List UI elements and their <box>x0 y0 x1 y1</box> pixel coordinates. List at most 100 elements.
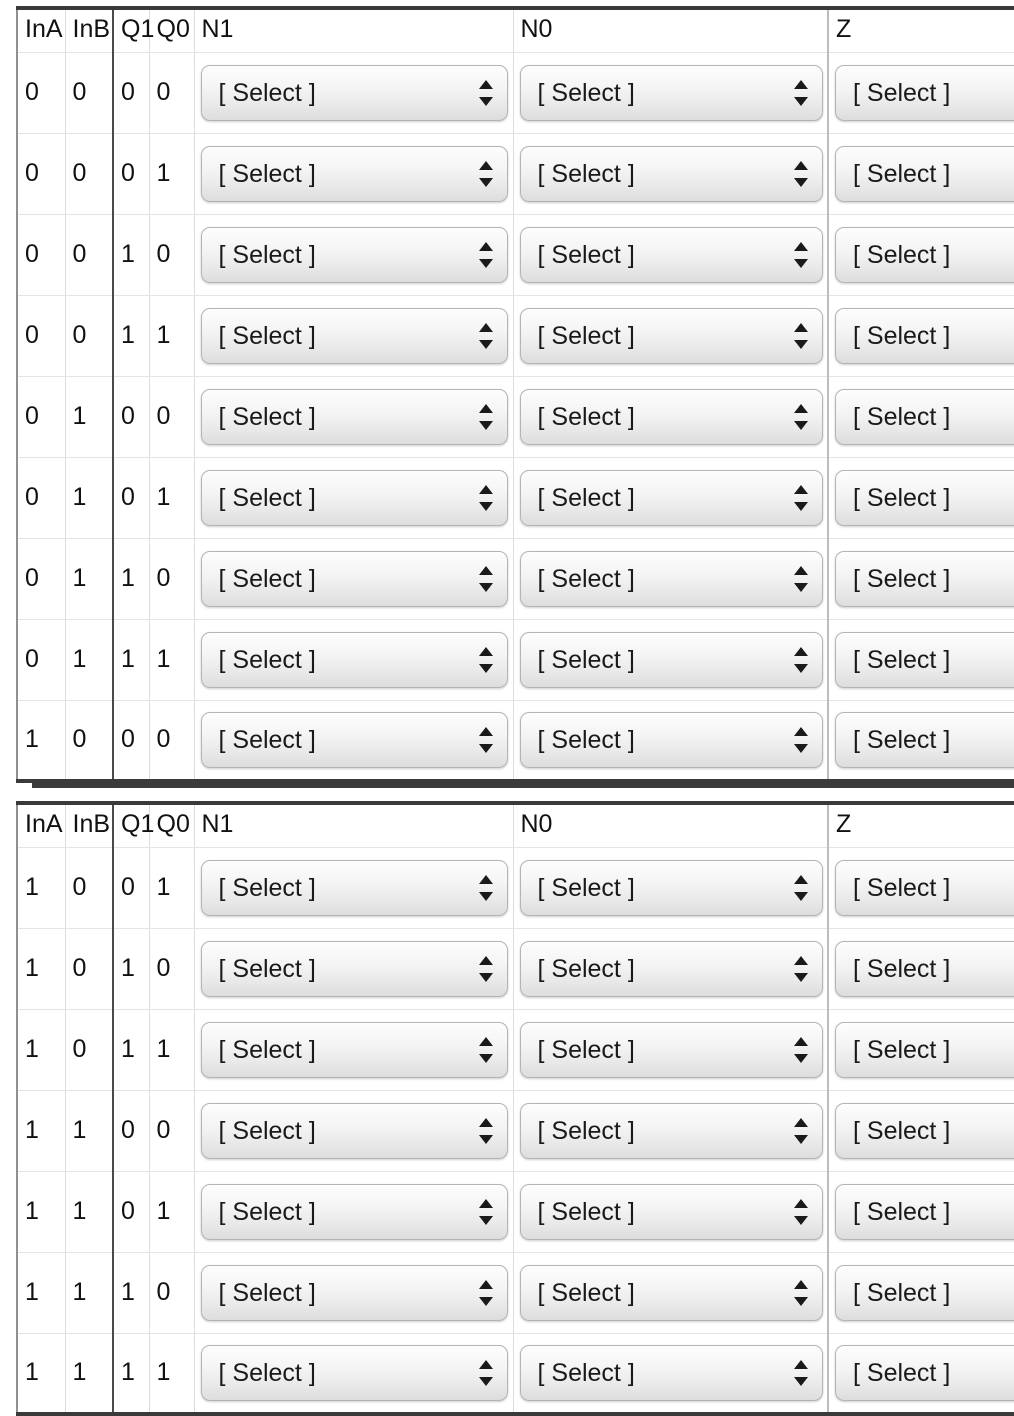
select-z[interactable]: [ Select ] <box>835 940 1014 997</box>
cell-inb-value: 0 <box>65 1009 114 1091</box>
cell-q0-value: 0 <box>149 376 195 458</box>
select-label: [ Select ] <box>218 78 316 107</box>
cell-n1: [ Select ] <box>194 700 514 782</box>
updown-arrows-icon <box>478 321 493 351</box>
select-n0[interactable]: [ Select ] <box>519 711 823 768</box>
select-label: [ Select ] <box>853 402 951 431</box>
cell-z: [ Select ] <box>827 928 1014 1010</box>
cell-q0-value: 1 <box>149 1009 195 1091</box>
select-n0[interactable]: [ Select ] <box>519 226 823 283</box>
cell-inb-value: 0 <box>65 700 114 782</box>
select-n0[interactable]: [ Select ] <box>519 631 823 688</box>
cell-inb-value: 1 <box>65 1171 114 1253</box>
select-z[interactable]: [ Select ] <box>835 64 1014 121</box>
select-z[interactable]: [ Select ] <box>835 859 1014 916</box>
updown-arrows-icon <box>478 159 493 189</box>
select-n1[interactable]: [ Select ] <box>200 711 508 768</box>
select-n0[interactable]: [ Select ] <box>519 145 823 202</box>
select-n0[interactable]: [ Select ] <box>519 388 823 445</box>
select-n1[interactable]: [ Select ] <box>200 1264 508 1321</box>
cell-inb-value: 1 <box>65 1252 114 1334</box>
select-n0[interactable]: [ Select ] <box>519 1183 823 1240</box>
cell-inb-value: 1 <box>65 1333 114 1415</box>
cell-n0: [ Select ] <box>513 52 829 134</box>
cell-z: [ Select ] <box>827 133 1014 215</box>
updown-arrows-icon <box>793 1358 808 1388</box>
select-label: [ Select ] <box>537 954 635 983</box>
select-label: [ Select ] <box>853 954 951 983</box>
truth-table-2: InA InB Q1 Q0 N1 N0 Z 1 0 0 1[ Select ][ Select ][… <box>16 801 1014 1416</box>
cell-q0-value: 1 <box>149 295 195 377</box>
table-row: 0 0 0 0[ Select ][ Select ][ Select ] <box>16 52 1014 134</box>
table-row: 1 1 1 0[ Select ][ Select ][ Select ] <box>16 1252 1014 1334</box>
cell-n0: [ Select ] <box>513 214 829 296</box>
select-z[interactable]: [ Select ] <box>835 1183 1014 1240</box>
select-n1[interactable]: [ Select ] <box>200 631 508 688</box>
cell-ina-value: 0 <box>16 376 66 458</box>
select-z[interactable]: [ Select ] <box>835 1021 1014 1078</box>
select-z[interactable]: [ Select ] <box>835 145 1014 202</box>
cell-n0: [ Select ] <box>513 1333 829 1415</box>
cell-n1: [ Select ] <box>194 457 514 539</box>
select-z[interactable]: [ Select ] <box>835 226 1014 283</box>
select-n1[interactable]: [ Select ] <box>200 1102 508 1159</box>
select-z[interactable]: [ Select ] <box>835 1344 1014 1401</box>
select-z[interactable]: [ Select ] <box>835 1264 1014 1321</box>
select-n1[interactable]: [ Select ] <box>200 1183 508 1240</box>
select-n1[interactable]: [ Select ] <box>200 1021 508 1078</box>
select-n0[interactable]: [ Select ] <box>519 1344 823 1401</box>
cell-z: [ Select ] <box>827 52 1014 134</box>
cell-q1-value: 0 <box>112 847 150 929</box>
select-label: [ Select ] <box>218 483 316 512</box>
table-row: 0 1 0 0[ Select ][ Select ][ Select ] <box>16 376 1014 458</box>
select-n0[interactable]: [ Select ] <box>519 1102 823 1159</box>
select-n1[interactable]: [ Select ] <box>200 940 508 997</box>
select-n0[interactable]: [ Select ] <box>519 64 823 121</box>
select-z[interactable]: [ Select ] <box>835 631 1014 688</box>
cell-ina-value: 1 <box>16 1252 66 1334</box>
updown-arrows-icon <box>793 954 808 984</box>
select-label: [ Select ] <box>537 1358 635 1387</box>
select-n0[interactable]: [ Select ] <box>519 1264 823 1321</box>
select-n0[interactable]: [ Select ] <box>519 550 823 607</box>
select-label: [ Select ] <box>853 1278 951 1307</box>
select-z[interactable]: [ Select ] <box>835 388 1014 445</box>
updown-arrows-icon <box>793 159 808 189</box>
cell-inb-value: 0 <box>65 928 114 1010</box>
select-label: [ Select ] <box>537 725 635 754</box>
cell-z: [ Select ] <box>827 1333 1014 1415</box>
cell-inb-value: 1 <box>65 376 114 458</box>
column-header-q1: Q1 <box>112 803 154 848</box>
select-n1[interactable]: [ Select ] <box>200 145 508 202</box>
select-n0[interactable]: [ Select ] <box>519 940 823 997</box>
truth-table-container: InA InB Q1 Q0 N1 N0 Z 0 0 0 0[ Select ][ Select ][… <box>16 6 1014 1416</box>
select-z[interactable]: [ Select ] <box>835 469 1014 526</box>
select-n0[interactable]: [ Select ] <box>519 307 823 364</box>
select-label: [ Select ] <box>853 1116 951 1145</box>
select-z[interactable]: [ Select ] <box>835 550 1014 607</box>
updown-arrows-icon <box>793 873 808 903</box>
select-n1[interactable]: [ Select ] <box>200 388 508 445</box>
updown-arrows-icon <box>793 483 808 513</box>
select-z[interactable]: [ Select ] <box>835 1102 1014 1159</box>
select-n1[interactable]: [ Select ] <box>200 64 508 121</box>
cell-n0: [ Select ] <box>513 1171 829 1253</box>
select-label: [ Select ] <box>853 483 951 512</box>
cell-n0: [ Select ] <box>513 538 829 620</box>
select-n1[interactable]: [ Select ] <box>200 226 508 283</box>
select-n1[interactable]: [ Select ] <box>200 550 508 607</box>
select-n1[interactable]: [ Select ] <box>200 1344 508 1401</box>
select-n0[interactable]: [ Select ] <box>519 469 823 526</box>
select-n1[interactable]: [ Select ] <box>200 859 508 916</box>
cell-n1: [ Select ] <box>194 538 514 620</box>
table-row: 1 1 0 1[ Select ][ Select ][ Select ] <box>16 1171 1014 1253</box>
select-z[interactable]: [ Select ] <box>835 711 1014 768</box>
select-z[interactable]: [ Select ] <box>835 307 1014 364</box>
updown-arrows-icon <box>793 645 808 675</box>
select-n1[interactable]: [ Select ] <box>200 307 508 364</box>
select-n1[interactable]: [ Select ] <box>200 469 508 526</box>
select-n0[interactable]: [ Select ] <box>519 1021 823 1078</box>
select-n0[interactable]: [ Select ] <box>519 859 823 916</box>
cell-ina-value: 0 <box>16 52 66 134</box>
select-label: [ Select ] <box>218 954 316 983</box>
